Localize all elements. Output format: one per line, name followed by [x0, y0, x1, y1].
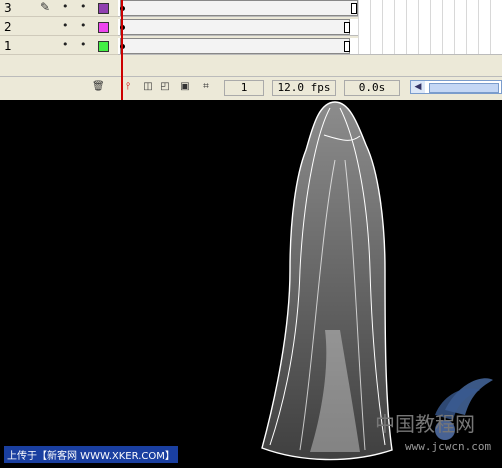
- outline-color-swatch[interactable]: [98, 41, 109, 52]
- horizontal-scrollbar[interactable]: ◀: [410, 80, 502, 94]
- lock-dot-icon[interactable]: •: [80, 19, 87, 32]
- outline-color-swatch[interactable]: [98, 3, 109, 14]
- timeline-panel: 3 ✎ • • 2 • • 1 • • 🗑 ⫯ ◫ ◰ ▣ ⌗ 1 12.0 f…: [0, 0, 502, 100]
- trash-icon[interactable]: 🗑: [92, 81, 105, 93]
- layer-row-3[interactable]: 3 ✎ • •: [0, 0, 118, 17]
- logo-url-text: www.jcwcn.com: [405, 440, 492, 453]
- center-frame-icon[interactable]: ⫯: [122, 81, 134, 93]
- layer-number: 1: [4, 39, 12, 53]
- visibility-dot-icon[interactable]: •: [62, 38, 69, 51]
- onion-outlines-icon[interactable]: ◰: [159, 81, 171, 93]
- scroll-thumb[interactable]: [429, 83, 499, 93]
- timeline-toolbar: 🗑 ⫯ ◫ ◰ ▣ ⌗ 1 12.0 fps 0.0s ◀: [0, 76, 502, 98]
- outline-color-swatch[interactable]: [98, 22, 109, 33]
- elapsed-time-field: 0.0s: [344, 80, 400, 96]
- frame-span-layer-3[interactable]: [118, 0, 358, 17]
- frame-grid[interactable]: [358, 0, 502, 55]
- scroll-left-icon[interactable]: ◀: [411, 81, 425, 93]
- modify-onion-markers-icon[interactable]: ⌗: [200, 81, 212, 93]
- pencil-icon: ✎: [40, 0, 51, 14]
- onion-skin-icon[interactable]: ◫: [142, 81, 154, 93]
- upload-watermark: 上传于【新客网 WWW.XKER.COM】: [4, 446, 178, 463]
- layer-number: 2: [4, 20, 12, 34]
- layer-row-1[interactable]: 1 • •: [0, 38, 118, 55]
- playhead[interactable]: [121, 0, 123, 100]
- edit-multiple-frames-icon[interactable]: ▣: [179, 81, 191, 93]
- lock-dot-icon[interactable]: •: [80, 38, 87, 51]
- current-frame-field: 1: [224, 80, 264, 96]
- layer-row-2[interactable]: 2 • •: [0, 19, 118, 36]
- frame-span-layer-1[interactable]: [118, 38, 358, 55]
- logo-chinese-text: 中国教程网: [375, 412, 475, 436]
- lock-dot-icon[interactable]: •: [80, 0, 87, 13]
- frame-rate-field[interactable]: 12.0 fps: [272, 80, 336, 96]
- frame-span-layer-2[interactable]: [118, 19, 358, 36]
- visibility-dot-icon[interactable]: •: [62, 0, 69, 13]
- layer-number: 3: [4, 1, 12, 15]
- visibility-dot-icon[interactable]: •: [62, 19, 69, 32]
